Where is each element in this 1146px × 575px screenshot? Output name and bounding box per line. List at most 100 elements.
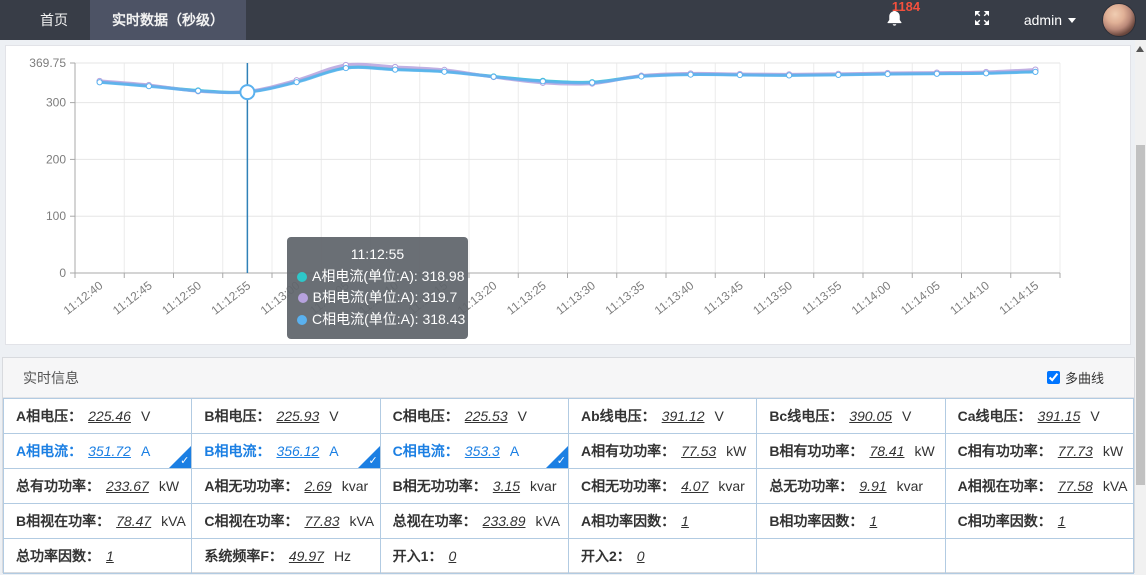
measure-cell[interactable]: 开入2：0 <box>568 539 756 574</box>
data-point-marker <box>442 69 447 74</box>
measure-cell[interactable]: C相视在功率：77.83kVA <box>192 504 380 539</box>
measure-cell[interactable]: B相视在功率：78.47kVA <box>4 504 192 539</box>
measure-cell[interactable]: 总无功功率：9.91kvar <box>757 469 945 504</box>
x-axis-tick-label: 11:12:50 <box>159 278 204 317</box>
multi-curve-checkbox[interactable] <box>1047 371 1060 384</box>
cell-value: 233.89 <box>483 513 526 529</box>
data-point-marker <box>885 72 890 77</box>
cell-value: 3.15 <box>493 478 520 494</box>
x-axis-tick-label: 11:13:40 <box>652 278 697 317</box>
x-axis-tick-label: 11:13:15 <box>405 278 450 317</box>
hovered-point-marker <box>240 85 254 99</box>
multi-curve-toggle[interactable]: 多曲线 <box>1047 368 1104 387</box>
cell-unit: A <box>510 443 519 459</box>
scrollbar-thumb[interactable] <box>1136 145 1145 485</box>
measure-cell[interactable]: Bc线电压：390.05V <box>757 399 945 434</box>
measure-cell[interactable]: B相电流：356.12A✓ <box>192 434 380 469</box>
measure-cell[interactable]: B相电压：225.93V <box>192 399 380 434</box>
chevron-down-icon <box>1068 18 1076 23</box>
cell-label: Ca线电压： <box>958 408 1032 424</box>
y-axis-tick-label: 100 <box>46 209 66 223</box>
realtime-line-chart[interactable]: 0100200300369.7511:12:4011:12:4511:12:50… <box>6 46 1130 344</box>
measure-cell[interactable]: 开入1：0 <box>380 539 568 574</box>
measure-cell[interactable]: A相电压：225.46V <box>4 399 192 434</box>
measure-cell[interactable]: Ca线电压：391.15V <box>945 399 1133 434</box>
cell-value: 78.41 <box>869 443 904 459</box>
vertical-scrollbar[interactable] <box>1135 40 1146 575</box>
cell-unit: kW <box>914 443 934 459</box>
cell-value: 0 <box>448 548 456 564</box>
cell-value: 2.69 <box>304 478 331 494</box>
cell-unit: kW <box>159 478 179 494</box>
empty-cell <box>945 539 1133 574</box>
measure-cell[interactable]: C相功率因数：1 <box>945 504 1133 539</box>
cell-unit: kvar <box>342 478 368 494</box>
cell-unit: V <box>329 408 338 424</box>
cell-value: 1 <box>681 513 689 529</box>
cell-unit: V <box>902 408 911 424</box>
cell-value: 225.46 <box>88 408 131 424</box>
user-avatar[interactable] <box>1102 3 1136 37</box>
data-point-marker <box>294 80 299 85</box>
cell-value: 351.72 <box>88 443 131 459</box>
measure-cell[interactable]: B相有功功率：78.41kW <box>757 434 945 469</box>
scrollbar-up-arrow-icon[interactable] <box>1136 46 1144 52</box>
cell-label: C相电压： <box>393 408 459 424</box>
cell-unit: kW <box>1103 443 1123 459</box>
data-point-marker <box>491 74 496 79</box>
user-dropdown[interactable]: admin <box>1024 12 1076 28</box>
cell-value: 356.12 <box>276 443 319 459</box>
cell-label: A相电流： <box>16 443 82 459</box>
measure-cell[interactable]: 总视在功率：233.89kVA <box>380 504 568 539</box>
cell-value: 77.73 <box>1058 443 1093 459</box>
x-axis-tick-label: 11:13:00 <box>258 278 303 317</box>
empty-cell <box>757 539 945 574</box>
data-point-marker <box>146 84 151 89</box>
cell-value: 1 <box>1058 513 1066 529</box>
data-point-marker <box>639 74 644 79</box>
measure-cell[interactable]: A相无功功率：2.69kvar <box>192 469 380 504</box>
multi-curve-label: 多曲线 <box>1065 368 1104 387</box>
measure-cell[interactable]: A相有功功率：77.53kW <box>568 434 756 469</box>
measure-cell[interactable]: C相电压：225.53V <box>380 399 568 434</box>
cell-unit: kVA <box>1103 478 1128 494</box>
measure-cell[interactable]: A相功率因数：1 <box>568 504 756 539</box>
cell-unit: kVA <box>161 513 186 529</box>
measure-cell[interactable]: A相电流：351.72A✓ <box>4 434 192 469</box>
cell-value: 391.12 <box>662 408 705 424</box>
data-point-marker <box>540 79 545 84</box>
x-axis-tick-label: 11:14:15 <box>996 278 1041 317</box>
x-axis-tick-label: 11:14:10 <box>947 278 992 317</box>
measure-cell[interactable]: 总功率因数：1 <box>4 539 192 574</box>
measure-cell[interactable]: 系统频率F：49.97Hz <box>192 539 380 574</box>
measure-cell[interactable]: C相无功功率：4.07kvar <box>568 469 756 504</box>
data-point-marker <box>688 72 693 77</box>
cell-unit: Hz <box>334 548 351 564</box>
data-point-marker <box>343 65 348 70</box>
measure-cell[interactable]: C相电流：353.3A✓ <box>380 434 568 469</box>
cell-value: 49.97 <box>289 548 324 564</box>
tab-home[interactable]: 首页 <box>18 0 90 40</box>
x-axis-tick-label: 11:13:35 <box>602 278 647 317</box>
measure-cell[interactable]: C相有功功率：77.73kW <box>945 434 1133 469</box>
cell-unit: kvar <box>897 478 923 494</box>
cell-unit: kvar <box>718 478 744 494</box>
y-axis-tick-label: 369.75 <box>29 56 66 70</box>
fullscreen-button[interactable] <box>962 0 1002 40</box>
cell-unit: A <box>141 443 150 459</box>
measure-cell[interactable]: 总有功功率：233.67kW <box>4 469 192 504</box>
measure-cell[interactable]: B相功率因数：1 <box>757 504 945 539</box>
cell-label: Ab线电压： <box>581 408 656 424</box>
measure-cell[interactable]: A相视在功率：77.58kVA <box>945 469 1133 504</box>
y-axis-tick-label: 0 <box>59 266 66 280</box>
cell-label: B相电流： <box>204 443 270 459</box>
table-row: 总有功功率：233.67kWA相无功功率：2.69kvarB相无功功率：3.15… <box>4 469 1134 504</box>
table-row: B相视在功率：78.47kVAC相视在功率：77.83kVA总视在功率：233.… <box>4 504 1134 539</box>
cell-label: A相有功功率： <box>581 443 675 459</box>
cell-label: 开入2： <box>581 548 631 564</box>
measure-cell[interactable]: Ab线电压：391.12V <box>568 399 756 434</box>
tab-realtime-data[interactable]: 实时数据（秒级） <box>90 0 246 40</box>
notification-button[interactable]: 1184 <box>872 0 918 40</box>
measure-cell[interactable]: B相无功功率：3.15kvar <box>380 469 568 504</box>
x-axis-tick-label: 11:12:55 <box>208 278 253 317</box>
